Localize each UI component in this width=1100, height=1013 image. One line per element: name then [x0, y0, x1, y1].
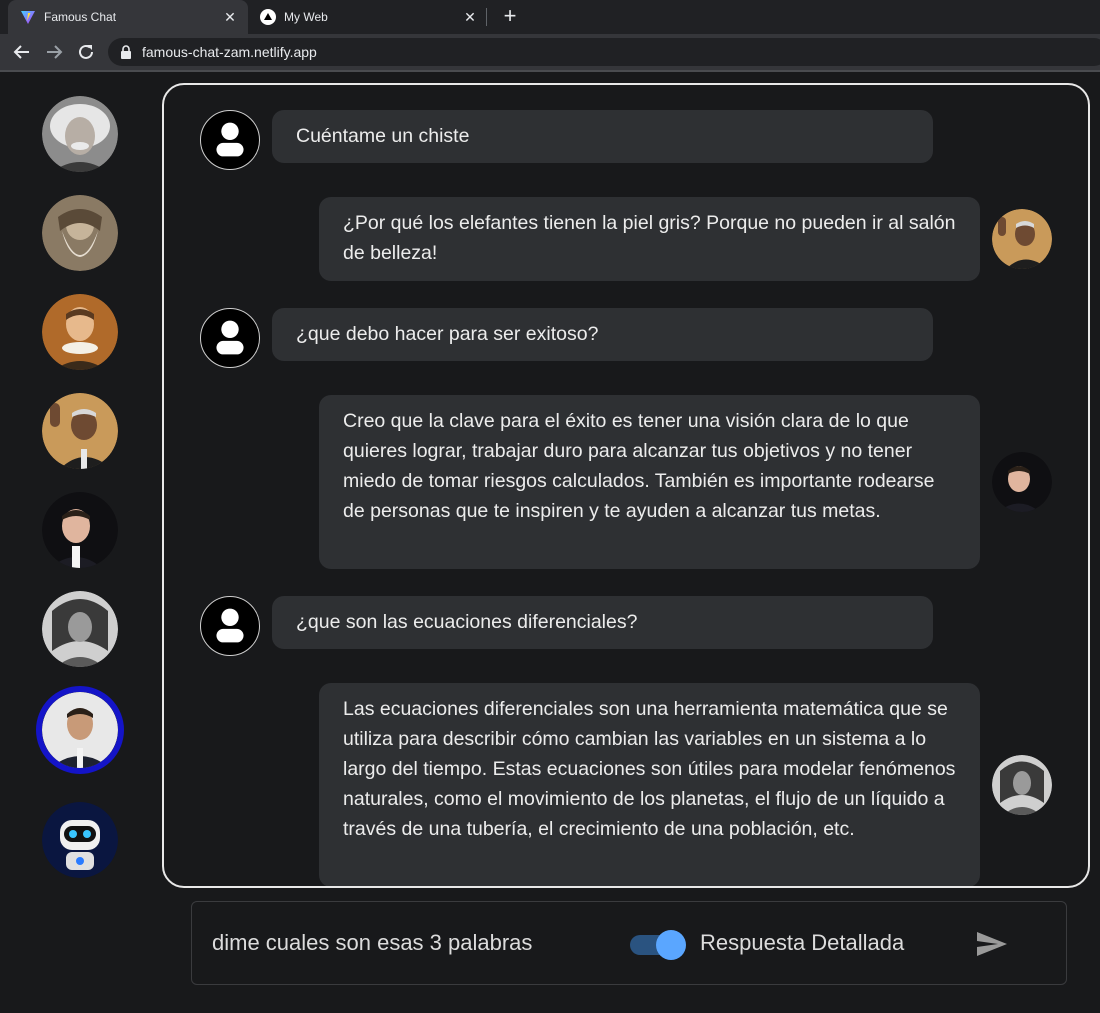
url-text: famous-chat-zam.netlify.app — [142, 44, 317, 60]
address-bar[interactable]: famous-chat-zam.netlify.app — [108, 38, 1100, 66]
toggle-label: Respuesta Detallada — [700, 930, 905, 955]
mandela-portrait-icon — [992, 209, 1052, 269]
character-sidebar — [0, 72, 160, 1013]
message-text: Creo que la clave para el éxito es tener… — [343, 410, 935, 522]
musk-portrait-icon — [992, 452, 1052, 512]
avatar-einstein[interactable] — [42, 96, 118, 172]
lock-icon — [120, 45, 132, 59]
shakespeare-portrait-icon — [42, 294, 118, 370]
bot-avatar-beyonce — [992, 755, 1052, 815]
bot-message: Creo que la clave para el éxito es tener… — [319, 395, 980, 569]
message-text: Las ecuaciones diferenciales son una her… — [343, 698, 956, 840]
beyonce-portrait-icon — [992, 755, 1052, 815]
back-arrow-icon[interactable] — [10, 40, 34, 64]
forward-arrow-icon[interactable] — [42, 40, 66, 64]
tab-my-web[interactable]: My Web ✕ — [248, 0, 488, 34]
message-text: ¿que debo hacer para ser exitoso? — [296, 323, 599, 345]
avatar-beyonce[interactable] — [42, 591, 118, 667]
avatar-leonardo[interactable] — [42, 195, 118, 271]
avatar-robot[interactable] — [42, 802, 118, 878]
chat-panel[interactable]: Cuéntame un chiste ¿Por qué los elefante… — [162, 83, 1090, 888]
mandela-portrait-icon — [42, 393, 118, 469]
user-avatar-icon — [200, 110, 260, 170]
message-input-bar: dime cuales son esas 3 palabras Respuest… — [191, 901, 1067, 985]
close-tab-icon[interactable]: ✕ — [462, 9, 478, 25]
user-message: ¿que son las ecuaciones diferenciales? — [272, 596, 933, 649]
tab-title: My Web — [284, 10, 328, 24]
reload-icon[interactable] — [74, 40, 98, 64]
browser-tab-bar: Famous Chat ✕ My Web ✕ + — [0, 0, 1100, 34]
tab-famous-chat[interactable]: Famous Chat ✕ — [8, 0, 248, 34]
bot-message: Las ecuaciones diferenciales son una her… — [319, 683, 980, 886]
tab-title: Famous Chat — [44, 10, 117, 24]
message-text: Cuéntame un chiste — [296, 125, 470, 147]
einstein-portrait-icon — [42, 96, 118, 172]
user-message: ¿que debo hacer para ser exitoso? — [272, 308, 933, 361]
avatar-musk[interactable] — [42, 492, 118, 568]
send-icon — [977, 932, 1007, 956]
tab-divider — [486, 8, 487, 26]
robot-portrait-icon — [42, 802, 118, 878]
musk-portrait-icon — [42, 492, 118, 568]
bot-avatar-musk — [992, 452, 1052, 512]
send-button[interactable] — [974, 926, 1010, 962]
user-message: Cuéntame un chiste — [272, 110, 933, 163]
close-tab-icon[interactable]: ✕ — [222, 9, 238, 25]
avatar-mandela[interactable] — [42, 393, 118, 469]
bot-avatar-mandela — [992, 209, 1052, 269]
browser-toolbar: famous-chat-zam.netlify.app — [0, 34, 1100, 70]
leonardo-portrait-icon — [42, 195, 118, 271]
message-text: ¿que son las ecuaciones diferenciales? — [296, 611, 638, 633]
famous-chat-app: Cuéntame un chiste ¿Por qué los elefante… — [0, 72, 1100, 1013]
user-avatar-icon — [200, 308, 260, 368]
vercel-favicon-icon — [260, 9, 276, 25]
ronaldo-portrait-icon — [42, 692, 118, 768]
vite-favicon-icon — [20, 9, 36, 25]
user-avatar-icon — [200, 596, 260, 656]
beyonce-portrait-icon — [42, 591, 118, 667]
toggle-knob — [656, 930, 686, 960]
message-input[interactable]: dime cuales son esas 3 palabras — [212, 930, 532, 956]
bot-message: ¿Por qué los elefantes tienen la piel gr… — [319, 197, 980, 281]
avatar-shakespeare[interactable] — [42, 294, 118, 370]
new-tab-button[interactable]: + — [498, 5, 522, 29]
message-text: ¿Por qué los elefantes tienen la piel gr… — [343, 212, 956, 264]
detailed-response-toggle[interactable] — [630, 928, 686, 960]
avatar-ronaldo[interactable] — [36, 686, 124, 774]
